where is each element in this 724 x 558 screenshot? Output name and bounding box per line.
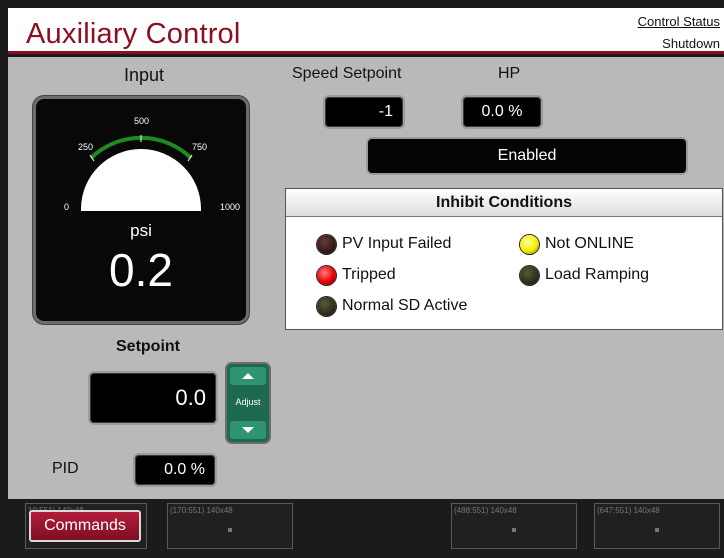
gauge-unit: psi <box>130 221 152 240</box>
not-online-led-icon <box>520 235 539 254</box>
input-label: Input <box>124 65 165 85</box>
inhibit-conditions-panel: Inhibit Conditions PV Input Failed Not O… <box>285 188 723 330</box>
normal-sd-active-led-icon <box>317 297 336 316</box>
gauge-label-250: 250 <box>78 142 94 152</box>
gauge-multiplier: x1 <box>135 196 147 207</box>
load-ramping-label: Load Ramping <box>545 266 650 283</box>
speed-setpoint-display[interactable]: -1 <box>325 97 403 127</box>
adjust-down-button[interactable] <box>230 421 266 439</box>
gauge-label-500: 500 <box>134 116 150 126</box>
tripped-label: Tripped <box>342 266 396 283</box>
slot-dot <box>228 528 232 532</box>
setpoint-display[interactable]: 0.0 <box>90 373 216 423</box>
main-panel: Input 0 250 500 750 1000 x1 psi 0.2 Spee… <box>8 57 724 499</box>
adjust-label: Adjust <box>235 397 261 407</box>
pid-display: 0.0 % <box>135 455 215 485</box>
inhibit-title: Inhibit Conditions <box>286 189 722 217</box>
setpoint-label: Setpoint <box>116 338 180 355</box>
tripped-led-icon <box>317 266 336 285</box>
pv-input-failed-led-icon <box>317 235 336 254</box>
control-status-link[interactable]: Control Status <box>638 14 720 29</box>
normal-sd-active-label: Normal SD Active <box>342 297 468 314</box>
footer-slot-4[interactable]: (647:551) 140x48 <box>594 503 720 549</box>
speed-setpoint-label: Speed Setpoint <box>292 65 402 82</box>
footer-slot-3[interactable]: (488:551) 140x48 <box>451 503 577 549</box>
hp-display: 0.0 % <box>463 97 541 127</box>
slot-dot <box>655 528 659 532</box>
slot-dot <box>512 528 516 532</box>
page-title: Auxiliary Control <box>26 18 241 50</box>
app-window: Auxiliary Control Control Status Shutdow… <box>0 0 724 558</box>
load-ramping-led-icon <box>520 266 539 285</box>
enabled-indicator: Enabled <box>368 139 686 173</box>
not-online-label: Not ONLINE <box>545 235 634 252</box>
gauge-value: 0.2 <box>109 244 173 296</box>
pid-label: PID <box>52 460 79 477</box>
setpoint-adjust-stepper: Adjust <box>227 364 269 442</box>
pv-input-failed-label: PV Input Failed <box>342 235 452 252</box>
adjust-up-button[interactable] <box>230 367 266 385</box>
input-gauge: 0 250 500 750 1000 x1 psi 0.2 <box>36 99 246 321</box>
hp-label: HP <box>498 65 521 82</box>
slot-caption: (170:551) 140x48 <box>170 506 233 515</box>
slot-caption: (647:551) 140x48 <box>597 506 660 515</box>
control-status-value: Shutdown <box>662 36 720 51</box>
gauge-label-750: 750 <box>192 142 208 152</box>
slot-caption: (488:551) 140x48 <box>454 506 517 515</box>
arrow-down-icon <box>242 427 254 433</box>
footer-slot-2[interactable]: (170:551) 140x48 <box>167 503 293 549</box>
header-bar: Auxiliary Control Control Status Shutdow… <box>8 8 724 54</box>
arrow-up-icon <box>242 373 254 379</box>
commands-button[interactable]: Commands <box>29 510 141 542</box>
